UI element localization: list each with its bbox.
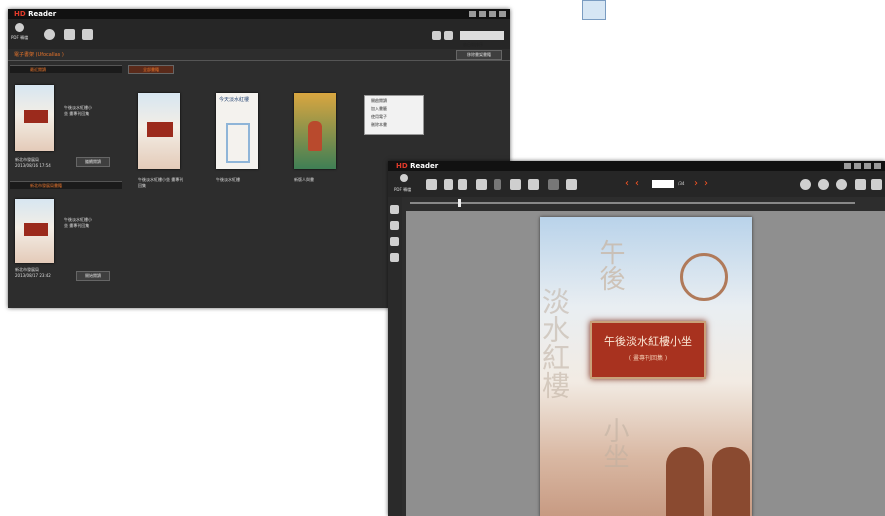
zoom-out-icon[interactable] <box>800 179 811 190</box>
shelf-book-3[interactable] <box>294 93 336 169</box>
book-add-icon[interactable] <box>64 29 75 40</box>
broken-image-icon <box>582 0 606 20</box>
home-icon[interactable] <box>426 179 437 190</box>
text-select-icon[interactable] <box>548 179 559 190</box>
last-page-icon[interactable]: › <box>704 178 708 190</box>
shelf-book-2[interactable]: 今天淡水紅樓 <box>216 93 258 169</box>
shelf-book-1[interactable] <box>138 93 180 169</box>
zoom-text-icon[interactable] <box>566 179 577 190</box>
pdf-convert-label: PDF 轉檔 <box>11 35 29 40</box>
cover-vertical-top: 午後 <box>595 239 625 291</box>
reader-pdf-icon[interactable] <box>400 174 408 182</box>
reader-app-name: Reader <box>410 162 439 170</box>
thumbnail-icon[interactable] <box>390 205 399 214</box>
cover-title: 午後淡水紅樓小坐 <box>604 335 692 348</box>
recent-reading-bar: 最近閱讀 <box>10 65 122 73</box>
hand-icon[interactable] <box>510 179 521 190</box>
cover-building-arch-2 <box>712 447 750 516</box>
book-page-cover[interactable]: 午後 淡水紅樓 小坐 午後淡水紅樓小坐 ( 畫專刊回集 ) <box>540 217 752 516</box>
book-list-icon[interactable] <box>82 29 93 40</box>
globe-icon[interactable] <box>44 29 55 40</box>
second-section-bar: 新北市發展局書籍 <box>10 181 122 189</box>
rotate-right-icon[interactable] <box>871 179 882 190</box>
rotate-left-icon[interactable] <box>855 179 866 190</box>
featured-cover-2[interactable] <box>15 199 54 263</box>
side-panel <box>388 197 402 516</box>
bookmark-icon[interactable] <box>390 237 399 246</box>
shelf-caption-1: 午後淡水紅樓小坐 畫專刊回集 <box>138 177 184 188</box>
maximize-button[interactable] <box>489 11 496 17</box>
single-page-icon[interactable] <box>444 179 453 190</box>
reader-window: HD Reader PDF 轉檔 ‹ ‹ /34 › › 午後 淡水紅樓 小坐 … <box>388 161 885 516</box>
book-context-menu: 開啟閱讀 加入書籤 使用電子 刪除本書 <box>364 95 424 135</box>
page-area: 午後 淡水紅樓 小坐 午後淡水紅樓小坐 ( 畫專刊回集 ) <box>406 211 885 516</box>
featured-date-1: 2013/08/16 17:54 <box>15 163 51 168</box>
close-button[interactable] <box>499 11 506 17</box>
list-view-icon[interactable] <box>444 31 453 40</box>
remove-books-button[interactable]: 移除書架書籍 <box>456 50 502 60</box>
library-titlebar: HD Reader <box>8 9 510 19</box>
page-number-input[interactable] <box>652 180 674 188</box>
pen-icon[interactable] <box>390 253 399 262</box>
first-page-icon[interactable]: ‹ <box>625 178 629 190</box>
shelf-caption-2: 午後淡水紅樓 <box>216 177 240 182</box>
help-button[interactable] <box>469 11 476 17</box>
reader-help-button[interactable] <box>844 163 851 169</box>
cover-vertical-right: 小坐 <box>599 417 629 469</box>
shelf-title: 電子書架 (Ufocallas ) <box>14 52 64 58</box>
reader-titlebar: HD Reader <box>388 161 885 171</box>
reader-close-button[interactable] <box>874 163 881 169</box>
continue-reading-button[interactable]: 繼續閱讀 <box>76 157 110 167</box>
minimize-button[interactable] <box>479 11 486 17</box>
context-use[interactable]: 使用電子 <box>365 113 423 121</box>
next-page-icon[interactable]: › <box>694 178 698 190</box>
library-window-buttons <box>469 11 506 17</box>
cursor-icon[interactable] <box>494 179 501 190</box>
context-bookmark[interactable]: 加入書籤 <box>365 105 423 113</box>
grid-view-icon[interactable] <box>432 31 441 40</box>
binoculars-icon[interactable] <box>528 179 539 190</box>
reader-toolbar: PDF 轉檔 ‹ ‹ /34 › › <box>388 171 885 197</box>
page-slider-track[interactable] <box>410 202 855 204</box>
prev-page-icon[interactable]: ‹ <box>635 178 639 190</box>
cover-swirl-icon <box>680 253 728 301</box>
page-slider-handle[interactable] <box>458 199 461 207</box>
featured-title-2b: 坐 畫專刊回集 <box>64 223 90 228</box>
sort-dropdown[interactable]: 依日期排序 <box>460 31 504 47</box>
library-toolbar: PDF 轉檔 依日期排序 <box>8 19 510 49</box>
featured-date-2: 2013/08/17 23:42 <box>15 273 51 278</box>
page-total: /34 <box>678 181 685 186</box>
featured-title-1b: 坐 畫專刊回集 <box>64 111 90 116</box>
second-section-label: 新北市發展局書籍 <box>30 183 62 188</box>
double-page-icon[interactable] <box>458 179 467 190</box>
reader-window-buttons <box>844 163 881 169</box>
shelf-book-2-title: 今天淡水紅樓 <box>219 97 250 103</box>
print-icon[interactable] <box>476 179 487 190</box>
start-reading-button[interactable]: 開始閱讀 <box>76 271 110 281</box>
library-app-name: Reader <box>28 10 57 18</box>
recent-reading-label: 最近閱讀 <box>30 67 46 72</box>
reader-logo: HD Reader <box>396 162 439 170</box>
reader-maximize-button[interactable] <box>864 163 871 169</box>
library-logo: HD Reader <box>14 10 57 18</box>
zoom-in-icon[interactable] <box>818 179 829 190</box>
context-delete[interactable]: 刪除本書 <box>365 121 423 129</box>
tab-all-books[interactable]: 全部書籍 <box>128 65 174 74</box>
cover-subtitle: ( 畫專刊回集 ) <box>628 355 668 362</box>
featured-cover-1[interactable] <box>15 85 54 151</box>
context-open[interactable]: 開啟閱讀 <box>365 96 423 105</box>
cover-building-arch <box>666 447 704 516</box>
fit-page-icon[interactable] <box>836 179 847 190</box>
shelf-caption-3: 新版人與書 <box>294 177 314 182</box>
pdf-convert-icon[interactable] <box>15 23 24 32</box>
reader-minimize-button[interactable] <box>854 163 861 169</box>
reader-pdf-label: PDF 轉檔 <box>394 187 412 192</box>
cover-title-band: 午後淡水紅樓小坐 ( 畫專刊回集 ) <box>590 321 706 379</box>
outline-icon[interactable] <box>390 221 399 230</box>
sort-label: 依日期排序 <box>463 42 483 47</box>
cover-vertical-left: 淡水紅樓 <box>540 287 571 399</box>
